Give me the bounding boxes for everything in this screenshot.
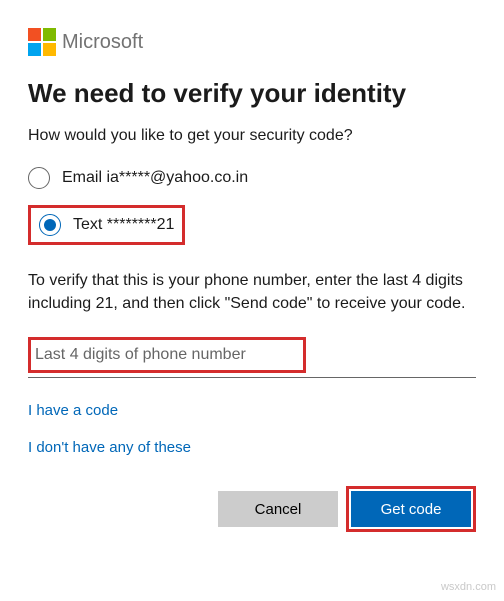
subtitle: How would you like to get your security … [28,127,476,145]
option-email-label: Email ia*****@yahoo.co.in [62,169,248,187]
cancel-button[interactable]: Cancel [218,491,338,527]
watermark: wsxdn.com [441,581,496,593]
primary-button-highlight: Get code [346,486,476,532]
verify-instructions: To verify that this is your phone number… [28,269,476,315]
input-underline [28,377,476,378]
option-text-highlight: Text ********21 [28,205,185,245]
radio-email[interactable] [28,167,50,189]
brand-header: Microsoft [28,28,476,56]
button-row: Cancel Get code [28,486,476,532]
microsoft-logo-icon [28,28,56,56]
radio-text[interactable] [39,214,61,236]
get-code-button[interactable]: Get code [351,491,471,527]
link-none-of-these[interactable]: I don't have any of these [28,439,476,456]
option-email[interactable]: Email ia*****@yahoo.co.in [28,167,476,189]
phone-input-highlight [28,337,306,373]
link-have-code[interactable]: I have a code [28,402,476,419]
option-text-label: Text ********21 [73,216,174,234]
brand-name: Microsoft [62,31,143,54]
page-title: We need to verify your identity [28,78,476,109]
phone-digits-input[interactable] [35,342,299,368]
